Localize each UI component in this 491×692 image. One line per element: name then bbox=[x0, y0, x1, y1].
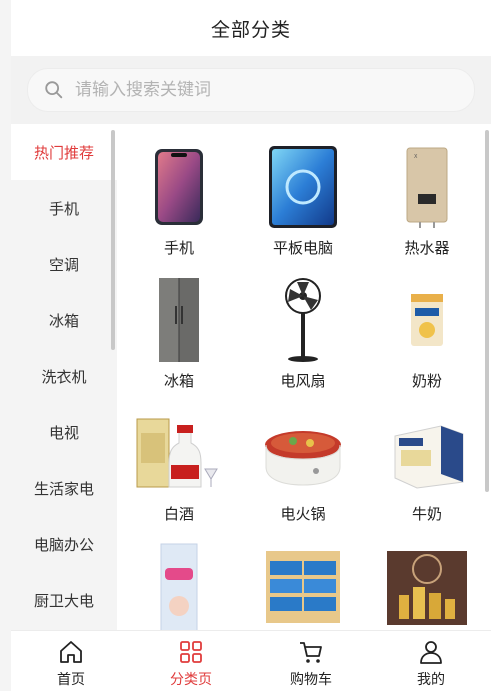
tab-cart[interactable]: 购物车 bbox=[251, 631, 371, 692]
product-label: 平板电脑 bbox=[272, 239, 333, 257]
cart-icon bbox=[300, 642, 322, 663]
product-item-hotpot[interactable]: 电火锅 bbox=[241, 408, 365, 538]
product-label: 白酒 bbox=[163, 505, 194, 523]
milk-image bbox=[377, 408, 477, 498]
liquor-image bbox=[129, 408, 229, 498]
sidebar-item-kitchen-bath[interactable]: 厨卫大电 bbox=[11, 572, 117, 628]
tab-label: 购物车 bbox=[290, 672, 332, 688]
product-item-milk-powder[interactable]: 奶粉 bbox=[365, 275, 489, 405]
svg-text:Ⅹ: Ⅹ bbox=[414, 154, 418, 160]
sidebar-item-label: 洗衣机 bbox=[41, 367, 87, 386]
phone-image bbox=[139, 142, 219, 232]
product-item-tissue[interactable] bbox=[241, 542, 365, 630]
sidebar-item-tv[interactable]: 电视 bbox=[11, 404, 117, 460]
sidebar-item-label: 生活家电 bbox=[33, 479, 94, 498]
sidebar-item-label: 热门推荐 bbox=[33, 143, 94, 162]
tab-label: 我的 bbox=[417, 672, 445, 688]
product-label: 电火锅 bbox=[280, 505, 326, 523]
product-grid-panel: 手机 平板电脑 Ⅹ 热水器 冰箱 电风扇 奶粉 白酒 电火锅 牛奶 bbox=[117, 124, 491, 630]
product-item-fridge[interactable]: 冰箱 bbox=[117, 275, 241, 405]
page-header: 全部分类 bbox=[11, 0, 491, 56]
product-item-fan[interactable]: 电风扇 bbox=[241, 275, 365, 405]
product-item-milk[interactable]: 牛奶 bbox=[365, 408, 489, 538]
bottom-tab-bar: 首页 分类页 购物车 我的 bbox=[11, 630, 491, 692]
product-item-diapers[interactable] bbox=[117, 542, 241, 630]
diapers-image bbox=[139, 542, 219, 630]
content-scrollbar[interactable] bbox=[485, 130, 489, 492]
search-icon bbox=[45, 81, 63, 99]
sidebar-item-computer-office[interactable]: 电脑办公 bbox=[11, 516, 117, 572]
product-item-water-heater[interactable]: Ⅹ 热水器 bbox=[365, 142, 489, 272]
user-icon bbox=[420, 641, 442, 664]
home-icon bbox=[60, 641, 82, 663]
search-input[interactable] bbox=[73, 79, 377, 101]
product-label: 奶粉 bbox=[411, 372, 442, 390]
tablet-image bbox=[263, 142, 343, 232]
page-title: 全部分类 bbox=[210, 18, 291, 41]
cosmetics-image bbox=[375, 542, 479, 630]
product-item-liquor[interactable]: 白酒 bbox=[117, 408, 241, 538]
tab-profile[interactable]: 我的 bbox=[371, 631, 491, 692]
sidebar-item-hot[interactable]: 热门推荐 bbox=[11, 124, 117, 180]
product-label: 电风扇 bbox=[280, 372, 326, 390]
sidebar-item-phone[interactable]: 手机 bbox=[11, 180, 117, 236]
tab-category[interactable]: 分类页 bbox=[131, 631, 251, 692]
tissue-image bbox=[251, 542, 355, 630]
product-label: 手机 bbox=[163, 239, 194, 257]
search-bar-area bbox=[11, 56, 491, 124]
sidebar-item-washer[interactable]: 洗衣机 bbox=[11, 348, 117, 404]
category-sidebar: 热门推荐 手机 空调 冰箱 洗衣机 电视 生活家电 电脑办公 厨卫大电 bbox=[11, 124, 117, 630]
sidebar-item-fridge[interactable]: 冰箱 bbox=[11, 292, 117, 348]
product-item-tablet[interactable]: 平板电脑 bbox=[241, 142, 365, 272]
sidebar-scrollbar[interactable] bbox=[111, 130, 115, 350]
sidebar-item-label: 厨卫大电 bbox=[33, 591, 94, 610]
category-icon bbox=[180, 641, 202, 663]
fridge-image bbox=[139, 275, 219, 365]
product-item-phone[interactable]: 手机 bbox=[117, 142, 241, 272]
product-label: 热水器 bbox=[404, 239, 450, 257]
sidebar-item-label: 空调 bbox=[48, 255, 79, 274]
fan-image bbox=[263, 275, 343, 365]
milk-powder-image bbox=[387, 275, 467, 365]
tab-label: 首页 bbox=[57, 672, 85, 688]
sidebar-item-label: 冰箱 bbox=[48, 311, 79, 330]
tab-label: 分类页 bbox=[170, 672, 212, 688]
product-label: 牛奶 bbox=[411, 505, 442, 523]
sidebar-item-aircon[interactable]: 空调 bbox=[11, 236, 117, 292]
sidebar-item-label: 电视 bbox=[48, 423, 79, 442]
product-label: 冰箱 bbox=[163, 372, 194, 390]
search-box[interactable] bbox=[27, 68, 475, 112]
sidebar-item-label: 手机 bbox=[48, 199, 79, 218]
sidebar-item-label: 电脑办公 bbox=[33, 535, 94, 554]
tab-home[interactable]: 首页 bbox=[11, 631, 131, 692]
water-heater-image: Ⅹ bbox=[387, 142, 467, 232]
sidebar-item-home-appliances[interactable]: 生活家电 bbox=[11, 460, 117, 516]
hotpot-image bbox=[253, 408, 353, 498]
product-item-cosmetics[interactable] bbox=[365, 542, 489, 630]
